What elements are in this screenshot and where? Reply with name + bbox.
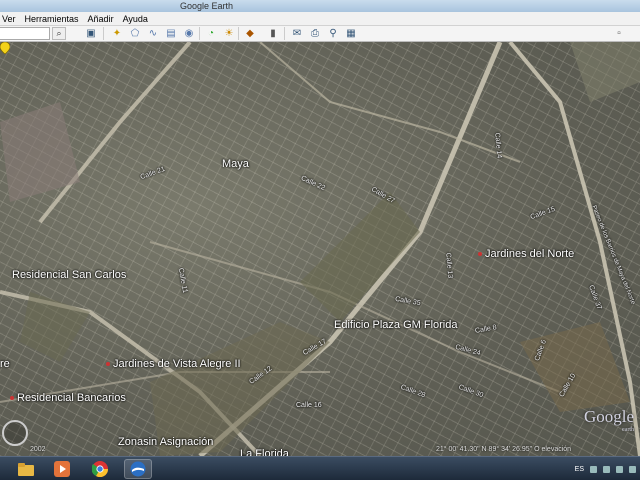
media-player-icon[interactable]	[48, 459, 76, 479]
print-icon[interactable]: ⎙	[308, 27, 322, 40]
network-icon[interactable]	[603, 465, 610, 473]
place-label-residencial-bancarios[interactable]: Residencial Bancarios	[10, 392, 126, 404]
toolbar-separator	[238, 27, 239, 40]
email-icon[interactable]: ✉	[290, 27, 304, 40]
action-center-icon[interactable]	[590, 465, 597, 473]
search-box[interactable]	[0, 27, 50, 40]
toolbar: ⌕ ▣ ✦ ⬠ ∿ ▤ ◉ ◔ ☀ ◆ ▮ ✉ ⎙ ⚲ ▦ ▫	[0, 26, 640, 42]
ruler-icon[interactable]: ▮	[266, 27, 280, 40]
place-label-edificio-plaza-gm-florida[interactable]: Edificio Plaza GM Florida	[334, 319, 458, 331]
path-icon[interactable]: ∿	[146, 27, 160, 40]
menu-ver[interactable]: Ver	[2, 12, 16, 25]
place-label-jardines-del-norte[interactable]: Jardines del Norte	[478, 248, 574, 260]
map-view[interactable]: Maya Residencial San Carlos Jardines del…	[0, 42, 640, 456]
polygon-icon[interactable]: ⬠	[128, 27, 142, 40]
place-dot	[106, 362, 110, 367]
language-indicator[interactable]: ES	[575, 466, 584, 473]
tour-icon[interactable]: ◉	[182, 27, 196, 40]
chrome-icon[interactable]	[86, 459, 114, 479]
google-earth-taskbar-icon[interactable]	[124, 459, 152, 479]
menu-herramientas[interactable]: Herramientas	[25, 12, 79, 25]
historical-imagery-icon[interactable]: ◔	[204, 27, 218, 40]
window-title: Google Earth	[180, 1, 234, 11]
status-bar: 2002 21° 00' 41.30" N 89° 34' 26.95" O e…	[0, 444, 640, 456]
planet-icon[interactable]: ◆	[243, 27, 257, 40]
system-tray: ES	[575, 459, 636, 479]
menu-bar: Ver Herramientas Añadir Ayuda	[0, 12, 640, 26]
sidebar-toggle-icon[interactable]: ▣	[84, 27, 98, 40]
overlay-icon[interactable]: ▤	[164, 27, 178, 40]
save-image-icon[interactable]: ▦	[344, 27, 358, 40]
search-icon[interactable]: ⌕	[52, 27, 66, 40]
place-label-partial[interactable]: re	[0, 358, 10, 370]
place-dot	[478, 252, 482, 257]
file-explorer-icon[interactable]	[12, 459, 40, 479]
placemark-pin-icon[interactable]	[0, 42, 10, 54]
place-dot	[10, 396, 14, 401]
place-label-jardines-de-vista-alegre[interactable]: Jardines de Vista Alegre II	[106, 358, 241, 370]
menu-anadir[interactable]: Añadir	[88, 12, 114, 25]
toolbar-separator	[284, 27, 285, 40]
window-title-bar: Google Earth	[0, 0, 640, 12]
imagery-year: 2002	[30, 446, 46, 453]
toolbar-separator	[103, 27, 104, 40]
sunlight-icon[interactable]: ☀	[222, 27, 236, 40]
place-label-residencial-san-carlos[interactable]: Residencial San Carlos	[12, 269, 126, 281]
windows-taskbar: ES	[0, 456, 640, 480]
toolbar-overflow-icon[interactable]: ▫	[612, 27, 626, 40]
google-earth-logo: Google earth	[583, 407, 634, 433]
volume-icon[interactable]	[616, 465, 623, 473]
coordinates-readout: 21° 00' 41.30" N 89° 34' 26.95" O elevac…	[436, 446, 572, 453]
battery-icon[interactable]	[629, 465, 636, 473]
street-label: Calle 16	[296, 402, 322, 409]
maps-icon[interactable]: ⚲	[326, 27, 340, 40]
place-label-maya[interactable]: Maya	[222, 158, 249, 170]
placemark-icon[interactable]: ✦	[110, 27, 124, 40]
toolbar-separator	[199, 27, 200, 40]
menu-ayuda[interactable]: Ayuda	[123, 12, 148, 25]
navigation-compass-icon[interactable]	[2, 420, 28, 446]
